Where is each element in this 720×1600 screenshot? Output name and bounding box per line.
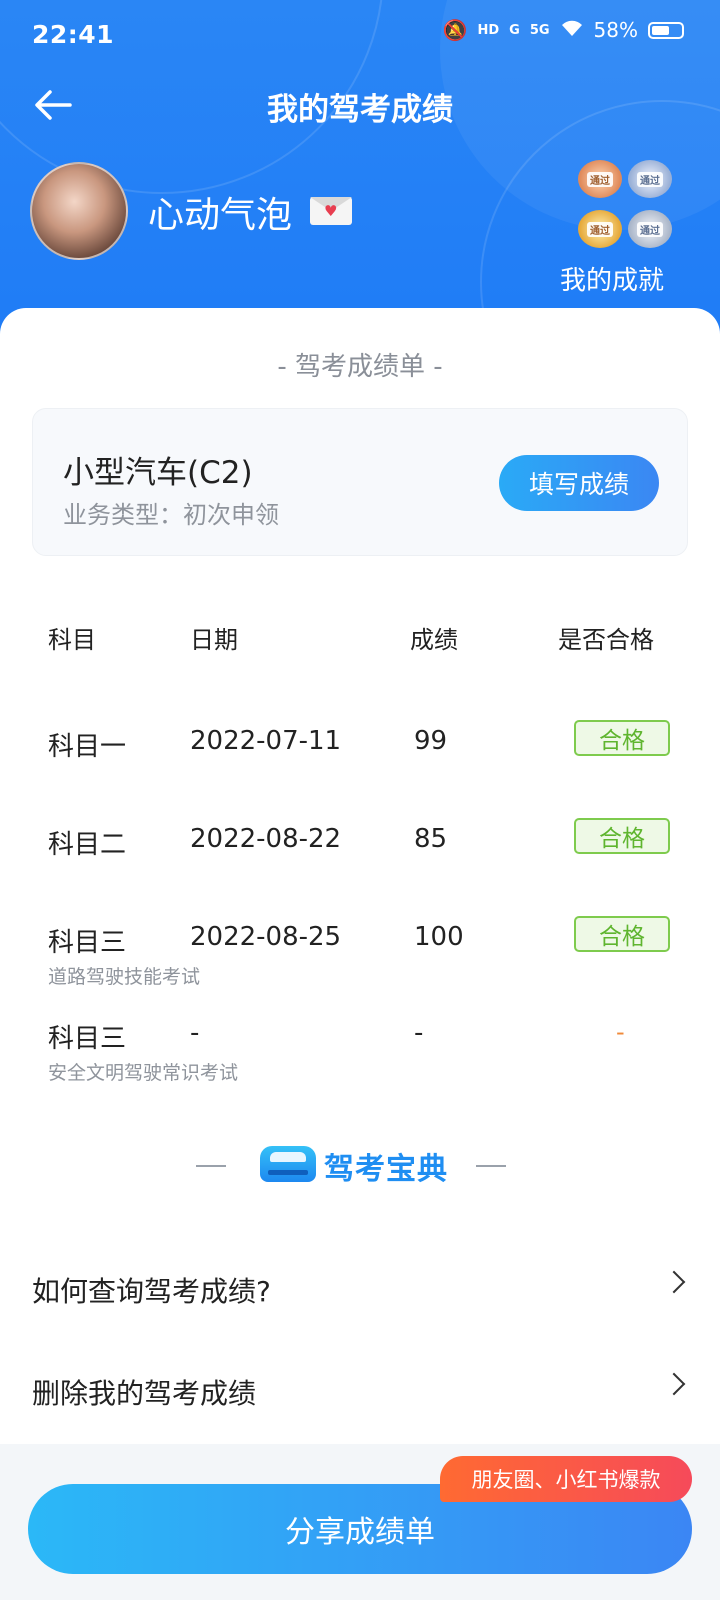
bronze-badge-icon: 通过: [578, 160, 622, 198]
silver-badge-icon: 通过: [628, 160, 672, 198]
brand-name: 驾考宝典: [324, 1152, 448, 1187]
row-subject: 科目一: [48, 732, 127, 762]
car-logo-icon: [260, 1146, 316, 1182]
achievement-label[interactable]: 我的成就: [560, 260, 664, 297]
license-name: 小型汽车(C2): [63, 455, 253, 491]
chevron-right-icon: [662, 1372, 686, 1396]
wifi-icon: [560, 18, 584, 42]
table-row: 科目三 道路驾驶技能考试 2022-08-25 100 合格: [0, 916, 720, 1002]
battery-icon: [648, 21, 684, 39]
col-header-score: 成绩: [410, 626, 458, 654]
chevron-right-icon: [662, 1270, 686, 1294]
header: 22:41 🔕 HD G 5G 58% 我的驾考成绩 心动气泡 ♥ 通过 通过 …: [0, 0, 720, 340]
col-header-date: 日期: [190, 626, 238, 654]
pass-badge: 合格: [574, 720, 670, 756]
row-score: 100: [414, 922, 464, 952]
sheet-title: - 驾考成绩单 -: [277, 352, 443, 382]
pass-badge: 合格: [574, 818, 670, 854]
hd-icon: HD: [477, 22, 500, 38]
status-bar: 22:41 🔕 HD G 5G 58%: [0, 0, 720, 74]
row-subject: 科目三: [48, 928, 127, 958]
faq-item-delete[interactable]: 删除我的驾考成绩: [0, 1340, 720, 1442]
row-date: 2022-07-11: [190, 726, 342, 756]
promo-badge: 朋友圈、小红书爆款: [440, 1456, 692, 1502]
avatar[interactable]: [30, 162, 128, 260]
status-icons: 🔕 HD G 5G 58%: [443, 18, 684, 42]
row-subject-desc: 安全文明驾驶常识考试: [48, 1062, 239, 1084]
row-date: 2022-08-22: [190, 824, 342, 854]
row-score: -: [414, 1018, 424, 1048]
love-letter-icon: ♥: [310, 197, 352, 225]
pending-result: -: [616, 1018, 625, 1046]
faq-item-query[interactable]: 如何查询驾考成绩?: [0, 1238, 720, 1340]
divider: [196, 1165, 226, 1167]
row-score: 99: [414, 726, 448, 756]
row-subject-desc: 道路驾驶技能考试: [48, 966, 201, 988]
page-title: 我的驾考成绩: [267, 92, 453, 128]
table-row: 科目三 安全文明驾驶常识考试 - - -: [0, 1018, 720, 1098]
signal-5g-icon: 5G: [529, 22, 550, 38]
signal-icon: G: [509, 22, 520, 38]
table-row: 科目一 2022-07-11 99 合格: [0, 720, 720, 806]
battery-text: 58%: [593, 18, 638, 42]
faq-label: 如何查询驾考成绩?: [32, 1275, 271, 1308]
license-box: 小型汽车(C2) 业务类型：初次申领 填写成绩: [32, 408, 688, 556]
score-sheet-card: - 驾考成绩单 - 小型汽车(C2) 业务类型：初次申领 填写成绩 科目 日期 …: [0, 308, 720, 1238]
license-type: 业务类型：初次申领: [63, 501, 279, 529]
row-subject: 科目三: [48, 1024, 127, 1054]
row-subject: 科目二: [48, 830, 127, 860]
row-date: -: [190, 1018, 200, 1048]
gold-badge-icon: 通过: [578, 210, 622, 248]
mute-bell-icon: 🔕: [442, 18, 468, 42]
row-score: 85: [414, 824, 448, 854]
status-time: 22:41: [32, 20, 115, 49]
fill-score-button[interactable]: 填写成绩: [499, 455, 659, 511]
col-header-pass: 是否合格: [558, 626, 654, 654]
col-header-subject: 科目: [48, 626, 96, 654]
divider: [476, 1165, 506, 1167]
platinum-badge-icon: 通过: [628, 210, 672, 248]
pass-badge: 合格: [574, 916, 670, 952]
row-date: 2022-08-25: [190, 922, 342, 952]
achievement-badges[interactable]: 通过 通过 通过 通过: [576, 160, 686, 260]
table-row: 科目二 2022-08-22 85 合格: [0, 818, 720, 904]
bottom-bar: 分享成绩单 朋友圈、小红书爆款: [0, 1444, 720, 1600]
brand-footer: 驾考宝典: [0, 1136, 720, 1196]
faq-label: 删除我的驾考成绩: [32, 1377, 257, 1410]
username: 心动气泡: [148, 195, 293, 236]
faq-list: 如何查询驾考成绩? 删除我的驾考成绩: [0, 1238, 720, 1444]
